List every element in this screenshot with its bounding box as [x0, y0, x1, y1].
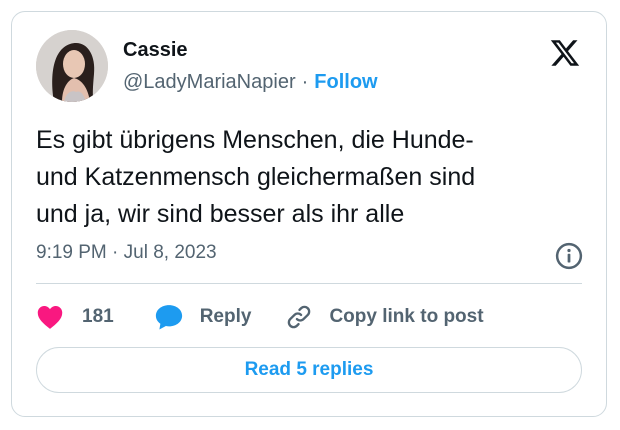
like-count: 181: [82, 306, 114, 327]
divider: [36, 283, 582, 284]
x-logo-icon[interactable]: [548, 36, 582, 70]
action-bar: 181 Reply Copy link to post: [36, 302, 484, 332]
info-icon[interactable]: [554, 241, 584, 271]
author-name[interactable]: Cassie: [123, 39, 188, 62]
copy-link-button[interactable]: Copy link to post: [285, 303, 484, 331]
author-handle-row: @LadyMariaNapier · Follow: [123, 71, 378, 94]
link-icon: [288, 305, 311, 329]
copy-link-label: Copy link to post: [329, 306, 484, 327]
speech-bubble-icon: [155, 305, 182, 330]
tweet-card: Cassie @LadyMariaNapier · Follow Es gibt ü…: [11, 11, 607, 417]
separator-dot: ·: [301, 71, 309, 93]
author-handle[interactable]: @LadyMariaNapier: [123, 71, 296, 93]
tweet-text: Es gibt übrigens Menschen, die Hunde- un…: [36, 126, 476, 228]
follow-button[interactable]: Follow: [314, 71, 377, 93]
tweet-timestamp[interactable]: 9:19 PM · Jul 8, 2023: [36, 242, 217, 264]
reply-label: Reply: [199, 306, 252, 327]
reply-button[interactable]: Reply: [154, 303, 252, 331]
avatar[interactable]: [36, 30, 108, 102]
avatar-photo: [36, 30, 108, 102]
read-replies-button[interactable]: Read 5 replies: [36, 347, 582, 393]
like-button[interactable]: 181: [36, 304, 114, 330]
heart-icon: [37, 306, 63, 329]
